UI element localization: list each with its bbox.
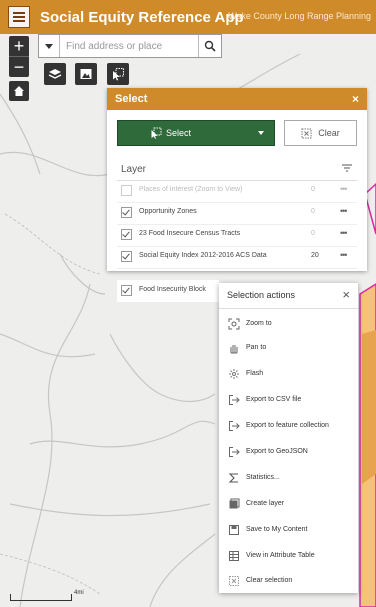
menu-item-label: Create layer: [246, 500, 285, 507]
layer-column-label: Layer: [121, 164, 147, 175]
table-icon: [229, 551, 239, 561]
search-widget: [38, 34, 222, 58]
search-button[interactable]: [198, 35, 221, 57]
menu-item-label: Pan to: [246, 344, 267, 351]
selection-actions-close-button[interactable]: ×: [342, 287, 350, 302]
layer-checkbox[interactable]: [121, 285, 132, 296]
sigma-icon: [228, 473, 238, 483]
layer-name: Food Insecurity Block: [139, 286, 206, 293]
menu-item-label: Save to My Content: [246, 526, 308, 533]
layer-name: Places of Interest (Zoom to View): [139, 186, 243, 193]
layer-more-options-button[interactable]: •••: [340, 184, 348, 194]
menu-item-label: Export to feature collection: [246, 422, 329, 429]
home-button[interactable]: [9, 81, 29, 101]
select-panel-title: Select: [115, 93, 148, 105]
clear-button-label: Clear: [318, 128, 340, 138]
select-cursor-icon: [151, 127, 162, 139]
pan-icon: [230, 345, 238, 354]
layer-row[interactable]: 23 Food Insecure Census Tracts 0 •••: [117, 224, 357, 247]
search-input[interactable]: [60, 37, 198, 55]
map-gallery-icon: [80, 69, 92, 79]
select-panel-close-button[interactable]: ×: [352, 92, 359, 106]
select-panel-toolbar: Select Clear: [107, 120, 367, 146]
flash-icon: [229, 369, 239, 379]
select-button[interactable]: Select: [117, 120, 275, 146]
layer-name: Opportunity Zones: [139, 208, 197, 215]
menu-item-export-feature-collection[interactable]: Export to feature collection: [219, 414, 358, 438]
clear-icon: [229, 576, 239, 586]
dropdown-caret-icon: [45, 43, 53, 49]
menu-item-statistics[interactable]: Statistics...: [219, 466, 358, 490]
menu-item-export-csv[interactable]: Export to CSV file: [219, 388, 358, 412]
export-icon: [229, 447, 240, 457]
layer-more-options-button[interactable]: •••: [340, 228, 348, 238]
zoom-out-button[interactable]: −: [9, 57, 29, 77]
layer-name: 23 Food Insecure Census Tracts: [139, 230, 241, 237]
layer-selection-count: 0: [311, 208, 315, 215]
menu-item-label: Statistics...: [246, 474, 280, 481]
layer-checkbox[interactable]: [121, 251, 132, 262]
layer-list-button[interactable]: [44, 63, 66, 85]
export-icon: [229, 395, 240, 405]
menu-item-label: View in Attribute Table: [246, 552, 315, 559]
clear-button[interactable]: Clear: [284, 120, 357, 146]
menu-item-pan-to[interactable]: Pan to: [219, 336, 358, 360]
scale-bar-label: 4mi: [74, 590, 84, 596]
select-panel: Select × Select Clear Layer Places of In…: [107, 88, 367, 271]
clear-selection-icon: [301, 128, 312, 138]
layer-selection-count: 0: [311, 186, 315, 193]
search-source-dropdown[interactable]: [39, 35, 60, 57]
layer-selection-count: 20: [311, 252, 319, 259]
export-icon: [229, 421, 240, 431]
zoom-to-icon: [228, 318, 240, 330]
home-icon: [14, 86, 24, 96]
menu-item-label: Flash: [246, 370, 264, 377]
layer-selection-count: 0: [311, 230, 315, 237]
menu-item-label: Export to CSV file: [246, 396, 302, 403]
select-cursor-icon: [113, 68, 124, 81]
menu-item-label: Export to GeoJSON: [246, 448, 308, 455]
menu-item-create-layer[interactable]: Create layer: [219, 492, 358, 516]
menu-item-flash[interactable]: Flash: [219, 362, 358, 386]
layer-row[interactable]: Places of Interest (Zoom to View) 0 •••: [117, 180, 357, 203]
basemap-gallery-button[interactable]: [75, 63, 97, 85]
selection-actions-title: Selection actions: [227, 290, 296, 300]
select-button-label: Select: [166, 128, 192, 138]
layer-row[interactable]: Social Equity Index 2012-2016 ACS Data 2…: [117, 246, 357, 269]
menu-item-label: Clear selection: [246, 577, 293, 584]
menu-item-label: Zoom to: [246, 320, 272, 327]
scale-bar: [10, 594, 72, 601]
filter-icon[interactable]: [341, 163, 353, 174]
menu-item-zoom-to[interactable]: Zoom to: [219, 312, 358, 336]
layer-icon: [229, 498, 240, 509]
app-title: Social Equity Reference App: [40, 8, 244, 26]
layer-checkbox[interactable]: [121, 229, 132, 240]
layer-checkbox[interactable]: [121, 185, 132, 196]
select-panel-header: Select ×: [107, 88, 367, 110]
zoom-in-button[interactable]: +: [9, 36, 29, 56]
county-logo: [8, 6, 30, 28]
layer-row[interactable]: Food Insecurity Block: [117, 280, 219, 302]
menu-item-save-to-my-content[interactable]: Save to My Content: [219, 518, 358, 542]
layer-checkbox[interactable]: [121, 207, 132, 218]
menu-item-view-attribute-table[interactable]: View in Attribute Table: [219, 544, 358, 568]
selection-actions-header: Selection actions ×: [219, 283, 358, 309]
layer-row[interactable]: Opportunity Zones 0 •••: [117, 202, 357, 225]
menu-item-clear-selection[interactable]: Clear selection: [219, 569, 358, 593]
layer-more-options-button[interactable]: •••: [340, 250, 348, 260]
app-header: Social Equity Reference App Wake County …: [0, 0, 376, 34]
layer-list-header: Layer: [117, 158, 357, 181]
zoom-control: + −: [9, 36, 29, 77]
selection-actions-menu: Selection actions × Zoom to Pan to Flash…: [219, 283, 358, 593]
layer-more-options-button[interactable]: •••: [340, 206, 348, 216]
layers-icon: [48, 69, 62, 79]
menu-item-export-geojson[interactable]: Export to GeoJSON: [219, 440, 358, 464]
select-tool-button[interactable]: [107, 63, 129, 85]
chevron-down-icon[interactable]: [258, 131, 264, 135]
search-icon: [204, 40, 216, 52]
organization-name: Wake County Long Range Planning: [228, 11, 371, 21]
layer-name: Social Equity Index 2012-2016 ACS Data: [139, 252, 267, 259]
save-icon: [229, 525, 239, 535]
